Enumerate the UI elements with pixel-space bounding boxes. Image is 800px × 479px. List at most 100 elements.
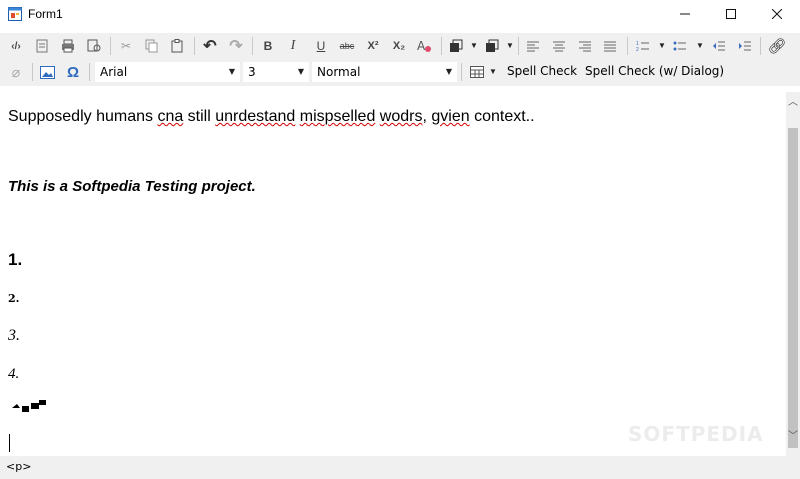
superscript-button[interactable]: X² (363, 36, 383, 56)
toolbar-separator (518, 37, 519, 55)
align-center-icon (553, 41, 565, 52)
cut-button[interactable]: ✂ (116, 36, 136, 56)
omega-icon: Ω (66, 63, 80, 81)
insert-symbol-button[interactable]: Ω (63, 62, 83, 82)
highlight-color-icon (486, 39, 499, 52)
undo-button[interactable]: ↶ (200, 36, 220, 56)
text-color-icon (450, 39, 463, 52)
misspelled-word[interactable]: mispselled (300, 108, 376, 125)
vertical-scrollbar[interactable]: ︿ ﹀ (786, 92, 800, 456)
toolbar-separator (461, 63, 462, 81)
toolbar-separator (760, 37, 761, 55)
underline-icon: U (316, 39, 326, 53)
scroll-up-button[interactable]: ︿ (786, 92, 800, 109)
chevron-up-icon: ︿ (788, 97, 798, 108)
numbered-list-button[interactable]: 12 (633, 36, 653, 56)
list-item-3[interactable]: 3. (8, 327, 20, 345)
bulleted-list-button[interactable] (670, 36, 690, 56)
misspelled-word[interactable]: cna (157, 108, 183, 125)
text-color-dropdown-icon[interactable]: ▼ (470, 41, 478, 50)
secondary-toolbar: ⌀ Ω Arial ▼ 3 ▼ Normal ▼ ▼ Spell Check S… (0, 59, 800, 86)
subscript-icon: X₂ (392, 40, 406, 52)
toolbar-separator (194, 37, 195, 55)
document-button[interactable] (32, 36, 52, 56)
highlight-color-dropdown-icon[interactable]: ▼ (506, 41, 514, 50)
html-source-button[interactable]: ‹/› (6, 36, 26, 56)
print-preview-button[interactable] (84, 36, 104, 56)
editor-paragraph-2[interactable]: This is a Softpedia Testing project. (8, 178, 256, 195)
misspelled-word[interactable]: unrdestand (215, 108, 295, 125)
redo-button[interactable]: ↷ (226, 36, 246, 56)
paragraph-1-words: cna still unrdestand mispselled wodrs, g… (157, 108, 534, 125)
indent-icon (739, 41, 751, 51)
misspelled-word[interactable]: gvien (431, 108, 469, 125)
print-icon (62, 39, 74, 53)
table-dropdown-icon[interactable]: ▼ (489, 67, 497, 76)
numbered-list-dropdown-icon[interactable]: ▼ (658, 41, 666, 50)
insert-table-button[interactable] (467, 62, 487, 82)
highlight-color-button[interactable] (482, 36, 502, 56)
formatting-toolbar: ‹/› ✂ ↶ ↷ B I U abc X² X₂ A ▼ ▼ 12 ▼ ▼ 🔗… (0, 33, 800, 59)
window-title: Form1 (28, 7, 63, 21)
copy-button[interactable] (142, 36, 162, 56)
underline-button[interactable]: U (311, 36, 331, 56)
close-icon (772, 9, 782, 19)
minimize-button[interactable] (662, 0, 708, 28)
unlink-icon: ⌀ (11, 63, 21, 80)
font-name-combo[interactable]: Arial ▼ (95, 62, 240, 82)
spell-check-dialog-button[interactable]: Spell Check (w/ Dialog) (585, 64, 724, 78)
chevron-down-icon: ▼ (445, 67, 452, 76)
clear-format-icon: A (417, 39, 431, 53)
strikethrough-button[interactable]: abc (337, 36, 357, 56)
justify-icon (604, 41, 616, 52)
align-left-icon (527, 41, 539, 52)
close-button[interactable] (754, 0, 800, 28)
align-right-button[interactable] (575, 36, 595, 56)
bold-button[interactable]: B (258, 36, 278, 56)
toolbar-separator (89, 63, 90, 81)
redo-icon: ↷ (229, 38, 243, 55)
insert-image-button[interactable] (37, 62, 57, 82)
toolbar-separator (627, 37, 628, 55)
bulleted-list-dropdown-icon[interactable]: ▼ (696, 41, 704, 50)
maximize-icon (726, 9, 736, 19)
svg-text:A: A (417, 39, 426, 53)
list-item-4[interactable]: 4. (8, 366, 19, 383)
indent-button[interactable] (735, 36, 755, 56)
toolbar-separator (441, 37, 442, 55)
paragraph-style-value: Normal (317, 65, 361, 79)
font-size-combo[interactable]: 3 ▼ (243, 62, 309, 82)
link-button[interactable]: 🔗︎ (767, 36, 787, 56)
scroll-thumb[interactable] (788, 128, 798, 448)
outdent-icon (713, 41, 725, 51)
paragraph-1-prefix: Supposedly humans (8, 108, 158, 125)
paste-button[interactable] (167, 36, 187, 56)
italic-button[interactable]: I (283, 36, 303, 56)
align-left-button[interactable] (523, 36, 543, 56)
subscript-button[interactable]: X₂ (389, 36, 409, 56)
maximize-button[interactable] (708, 0, 754, 28)
editor-area[interactable]: Supposedly humans cna still unrdestand m… (0, 92, 786, 456)
list-item-2[interactable]: 2. (8, 292, 19, 305)
clear-format-button[interactable]: A (414, 36, 434, 56)
text-caret (9, 434, 10, 452)
superscript-icon: X² (367, 40, 379, 52)
spell-check-button[interactable]: Spell Check (507, 64, 577, 78)
outdent-button[interactable] (709, 36, 729, 56)
table-icon (470, 66, 484, 78)
scroll-down-button[interactable]: ﹀ (786, 426, 800, 443)
chevron-down-icon: ▼ (228, 67, 235, 76)
paragraph-style-combo[interactable]: Normal ▼ (312, 62, 457, 82)
align-center-button[interactable] (549, 36, 569, 56)
list-item-1[interactable]: 1. (8, 250, 22, 270)
toolbar-separator (32, 63, 33, 81)
print-button[interactable] (58, 36, 78, 56)
unlink-button[interactable]: ⌀ (6, 62, 26, 82)
editor-paragraph-1[interactable]: Supposedly humans cna still unrdestand m… (8, 108, 535, 126)
text-color-button[interactable] (446, 36, 466, 56)
watermark-logo: SOFTPEDIA (628, 422, 764, 446)
justify-button[interactable] (600, 36, 620, 56)
misspelled-word[interactable]: wodrs (380, 108, 423, 125)
italic-icon: I (290, 38, 296, 53)
document-icon (36, 39, 48, 53)
